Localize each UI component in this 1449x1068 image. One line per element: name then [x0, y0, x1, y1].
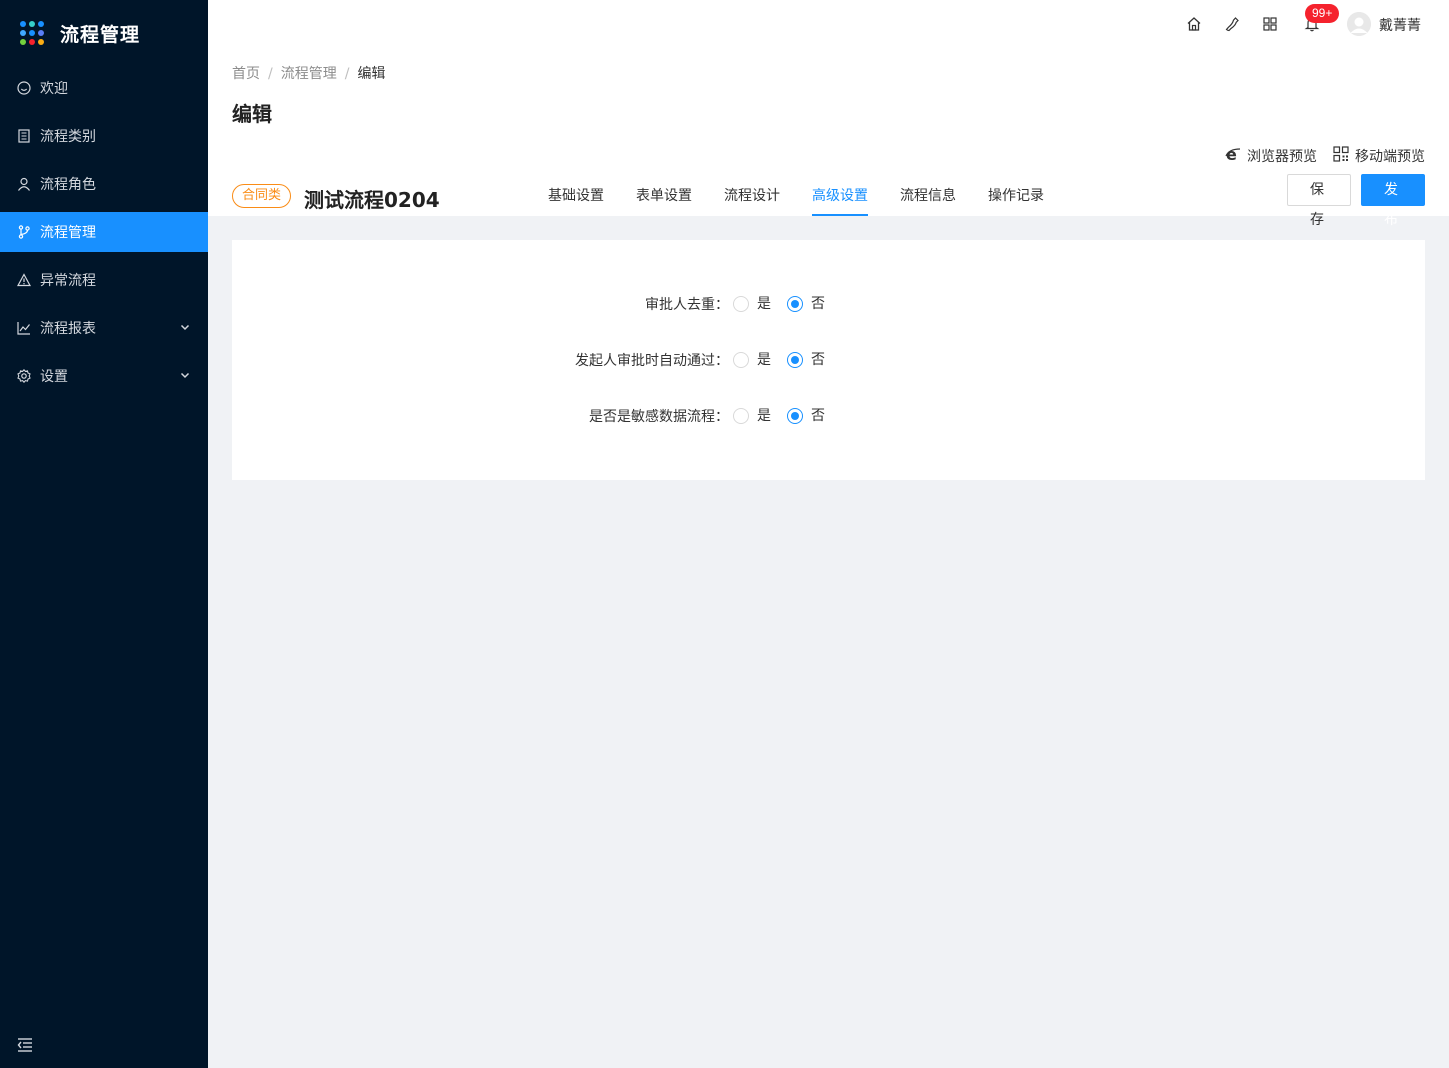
avatar[interactable]: [1347, 12, 1371, 36]
breadcrumb-current: 编辑: [357, 66, 386, 82]
browser-preview-label: 浏览器预览: [1247, 149, 1317, 165]
process-name: 测试流程0204: [304, 188, 440, 212]
sidebar-item-roles[interactable]: 流程角色: [0, 164, 208, 204]
radio-circle-checked: [787, 352, 803, 368]
top-bar: 99+ 戴菁菁: [208, 0, 1449, 48]
app-title: 流程管理: [60, 23, 141, 46]
tab-operation-log[interactable]: 操作记录: [988, 180, 1044, 216]
form-row-sensitive-data: 是否是敏感数据流程： 是 否: [232, 406, 1425, 426]
breadcrumb: 首页 / 流程管理 / 编辑: [232, 66, 386, 82]
ie-browser-icon: e: [1225, 145, 1247, 166]
mobile-preview-link[interactable]: 移动端预览: [1333, 146, 1425, 166]
radio-yes[interactable]: 是: [733, 296, 771, 312]
radio-label: 否: [811, 352, 825, 368]
radio-no[interactable]: 否: [787, 352, 825, 368]
tab-form-settings[interactable]: 表单设置: [636, 180, 692, 216]
sidebar-item-exceptions[interactable]: 异常流程: [0, 260, 208, 300]
radio-no[interactable]: 否: [787, 408, 825, 424]
sidebar-item-welcome[interactable]: 欢迎: [0, 68, 208, 108]
branch-icon: [16, 224, 32, 240]
radio-yes[interactable]: 是: [733, 408, 771, 424]
chevron-down-icon: [180, 320, 190, 336]
radio-yes[interactable]: 是: [733, 352, 771, 368]
page-title: 编辑: [232, 102, 272, 126]
publish-button[interactable]: 发布: [1361, 174, 1425, 228]
form-label: 审批人去重：: [645, 297, 729, 313]
line-chart-icon: [16, 320, 32, 336]
sidebar-item-label: 异常流程: [40, 273, 96, 289]
tab-advanced-settings[interactable]: 高级设置: [812, 180, 868, 216]
radio-circle: [733, 352, 749, 368]
tab-process-info[interactable]: 流程信息: [900, 180, 956, 216]
sidebar-item-label: 设置: [40, 369, 68, 385]
list-icon: [16, 128, 32, 144]
sidebar: 流程管理 欢迎 流程类别 流程角色 流程管理 异常流程 流程报表 设置: [0, 0, 208, 1068]
form-label: 发起人审批时自动通过：: [575, 353, 729, 369]
radio-no[interactable]: 否: [787, 296, 825, 312]
radio-circle: [733, 408, 749, 424]
breadcrumb-home[interactable]: 首页: [232, 66, 260, 82]
form-label: 是否是敏感数据流程：: [589, 409, 729, 425]
sidebar-item-label: 流程类别: [40, 129, 96, 145]
app-logo[interactable]: 流程管理: [0, 0, 208, 66]
sidebar-item-label: 流程角色: [40, 177, 96, 193]
radio-label: 是: [757, 408, 771, 424]
home-icon[interactable]: [1185, 15, 1203, 33]
sidebar-item-label: 流程报表: [40, 321, 96, 337]
app-grid-icon[interactable]: [1261, 15, 1279, 33]
warning-icon: [16, 272, 32, 288]
tabs: 基础设置 表单设置 流程设计 高级设置 流程信息 操作记录: [548, 180, 1076, 216]
radio-label: 否: [811, 296, 825, 312]
radio-circle: [733, 296, 749, 312]
advanced-settings-card: 审批人去重： 是 否 发起人审批时自动通过： 是 否 是否是敏感数据流程： 是 …: [232, 240, 1425, 480]
notification-badge: 99+: [1305, 4, 1340, 23]
browser-preview-link[interactable]: e 浏览器预览: [1225, 145, 1317, 166]
breadcrumb-process-management[interactable]: 流程管理: [281, 66, 337, 82]
tab-process-design[interactable]: 流程设计: [724, 180, 780, 216]
sidebar-item-categories[interactable]: 流程类别: [0, 116, 208, 156]
radio-circle-checked: [787, 296, 803, 312]
chevron-down-icon: [180, 368, 190, 384]
radio-label: 否: [811, 408, 825, 424]
sidebar-item-reports[interactable]: 流程报表: [0, 308, 208, 348]
radio-label: 是: [757, 352, 771, 368]
category-tag: 合同类: [232, 184, 292, 208]
qrcode-icon: [1333, 146, 1355, 166]
user-icon: [16, 176, 32, 192]
preview-links: e 浏览器预览 移动端预览: [1209, 145, 1425, 166]
form-row-initiator-auto-approve: 发起人审批时自动通过： 是 否: [232, 350, 1425, 370]
tab-basic-settings[interactable]: 基础设置: [548, 180, 604, 216]
menu-fold-icon[interactable]: [16, 1036, 34, 1054]
gear-icon: [16, 368, 32, 384]
radio-label: 是: [757, 296, 771, 312]
username[interactable]: 戴菁菁: [1379, 15, 1421, 35]
mobile-preview-label: 移动端预览: [1355, 149, 1425, 165]
smile-icon: [16, 80, 32, 96]
save-button[interactable]: 保存: [1287, 174, 1351, 228]
sidebar-item-label: 流程管理: [40, 225, 96, 241]
radio-circle-checked: [787, 408, 803, 424]
phone-icon[interactable]: [1223, 15, 1241, 33]
sidebar-item-settings[interactable]: 设置: [0, 356, 208, 396]
sidebar-item-label: 欢迎: [40, 81, 68, 97]
form-row-dedupe-approvers: 审批人去重： 是 否: [232, 294, 1425, 314]
sidebar-item-process-management[interactable]: 流程管理: [0, 212, 208, 252]
apps-grid-icon: [20, 21, 44, 45]
page-header: 首页 / 流程管理 / 编辑 编辑 e 浏览器预览 移动端预览 合同类 测试流程0204…: [208, 48, 1449, 228]
